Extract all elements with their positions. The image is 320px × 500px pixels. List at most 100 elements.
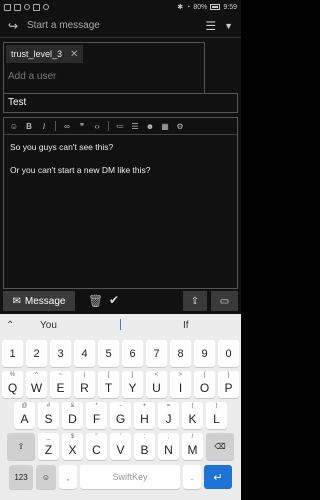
key-secondary-label: ]	[131, 372, 134, 378]
key-a[interactable]: @ A	[14, 402, 35, 429]
key-p[interactable]: } P	[218, 371, 239, 398]
key-secondary-label: ~	[58, 372, 63, 378]
title-input[interactable]: Test	[3, 93, 238, 113]
key-h[interactable]: + H	[134, 402, 155, 429]
composer-footer: ✉ Message 🗑 ✔ ⇪ ▭	[0, 289, 241, 314]
key-x[interactable]: $ X	[62, 433, 83, 460]
italic-icon[interactable]: I	[38, 122, 50, 131]
key-label: L	[213, 412, 220, 426]
code-icon[interactable]: ‹›	[91, 122, 103, 131]
key-l[interactable]: ) L	[206, 402, 227, 429]
key-8[interactable]: 8	[170, 340, 191, 367]
key-e[interactable]: ~ E	[50, 371, 71, 398]
key-c[interactable]: " C	[86, 433, 107, 460]
emoji-icon[interactable]: ☺	[8, 122, 20, 131]
toolbar-divider	[55, 121, 56, 131]
upload-button[interactable]: ⇪	[183, 291, 207, 311]
chevron-down-icon[interactable]: ▼	[224, 21, 233, 31]
send-message-button[interactable]: ✉ Message	[3, 291, 75, 311]
key-y[interactable]: ] Y	[122, 371, 143, 398]
period-key[interactable]: .	[183, 465, 201, 489]
key-9[interactable]: 9	[194, 340, 215, 367]
emoji-smile-icon[interactable]: ☻	[144, 122, 156, 131]
key-0[interactable]: 0	[218, 340, 239, 367]
key-z[interactable]: _ Z	[38, 433, 59, 460]
key-o[interactable]: {O	[194, 371, 215, 398]
enter-key[interactable]: ↵	[204, 465, 232, 489]
recipients-field[interactable]: trust_level_3 ✕ Add a user	[3, 42, 205, 100]
key-u[interactable]: < U	[146, 371, 167, 398]
key-secondary-label: :	[143, 434, 146, 440]
key-7[interactable]: 7	[146, 340, 167, 367]
key-i[interactable]: > I	[170, 371, 191, 398]
reply-icon[interactable]: ↪	[5, 18, 21, 34]
close-icon[interactable]: ✕	[70, 49, 78, 60]
key-b[interactable]: :B	[134, 433, 155, 460]
key-r[interactable]: | R	[74, 371, 95, 398]
bold-icon[interactable]: B	[23, 122, 35, 131]
key-k[interactable]: (K	[182, 402, 203, 429]
notification-icon	[43, 4, 49, 10]
key-q[interactable]: % Q	[2, 371, 23, 398]
key-5[interactable]: 5	[98, 340, 119, 367]
menu-icon[interactable]: ☰	[205, 19, 216, 33]
key-secondary-label: }	[227, 372, 230, 378]
key-secondary-label: (	[191, 403, 194, 409]
link-icon[interactable]: ∞	[61, 122, 73, 131]
suggestion-middle[interactable]	[120, 319, 121, 330]
editor-body[interactable]: So you guys can't see this? Or you can't…	[4, 135, 237, 193]
key-secondary-label: +	[142, 403, 147, 409]
clock: 9:59	[223, 3, 237, 11]
key-j[interactable]: = J	[158, 402, 179, 429]
notification-icon	[4, 3, 11, 11]
trash-icon[interactable]: 🗑	[88, 294, 103, 308]
quote-icon[interactable]: ❞	[76, 122, 88, 131]
battery-icon	[210, 4, 221, 10]
key-secondary-label: >	[178, 372, 183, 378]
backspace-key[interactable]: ⌫	[206, 433, 234, 460]
composer-title: Start a message	[27, 20, 100, 31]
key-label: T	[104, 381, 113, 395]
key-4[interactable]: 4	[74, 340, 95, 367]
key-d[interactable]: & D	[62, 402, 83, 429]
key-1[interactable]: 1	[2, 340, 23, 367]
key-f[interactable]: * F	[86, 402, 107, 429]
add-user-input[interactable]: Add a user	[8, 71, 56, 82]
editor-line: So you guys can't see this?	[10, 142, 114, 152]
key-secondary-label: {	[203, 372, 206, 378]
key-3[interactable]: 3	[50, 340, 71, 367]
emoji-key[interactable]: ☺	[36, 465, 56, 489]
send-label: Message	[24, 295, 66, 307]
space-key[interactable]: SwiftKey	[80, 465, 180, 489]
expand-icon[interactable]: ⌃	[6, 320, 14, 331]
numbers-key[interactable]: 123	[9, 465, 33, 489]
suggestion[interactable]: You	[40, 320, 57, 331]
bullet-list-icon[interactable]: ≔	[114, 122, 126, 131]
key-n[interactable]: ; N	[158, 433, 179, 460]
notification-icon	[33, 3, 40, 11]
gear-icon[interactable]: ⚙	[174, 122, 186, 131]
key-s[interactable]: # S	[38, 402, 59, 429]
key-m[interactable]: / M	[182, 433, 203, 460]
numbered-list-icon[interactable]: ☰	[129, 122, 141, 131]
key-label: Y	[128, 381, 137, 395]
comma-key[interactable]: ,	[59, 465, 77, 489]
key-label: W	[30, 381, 43, 395]
preview-button[interactable]: ▭	[211, 291, 238, 311]
key-secondary-label: <	[154, 372, 159, 378]
key-label: F	[92, 412, 101, 426]
calendar-icon[interactable]: ▦	[159, 122, 171, 131]
key-w[interactable]: ^ W	[26, 371, 47, 398]
key-6[interactable]: 6	[122, 340, 143, 367]
key-t[interactable]: [T	[98, 371, 119, 398]
message-editor[interactable]: ☺ B I ∞ ❞ ‹› ≔ ☰ ☻ ▦ ⚙ So you guys can't…	[3, 117, 238, 289]
shift-key[interactable]: ⇧	[7, 433, 35, 460]
key-secondary-label: -	[119, 403, 122, 409]
key-g[interactable]: -G	[110, 402, 131, 429]
key-2[interactable]: 2	[26, 340, 47, 367]
suggestion[interactable]: If	[183, 320, 189, 331]
key-label: A	[20, 412, 29, 426]
key-v[interactable]: ' V	[110, 433, 131, 460]
check-icon[interactable]: ✔	[109, 293, 119, 307]
key-label: J	[165, 412, 172, 426]
